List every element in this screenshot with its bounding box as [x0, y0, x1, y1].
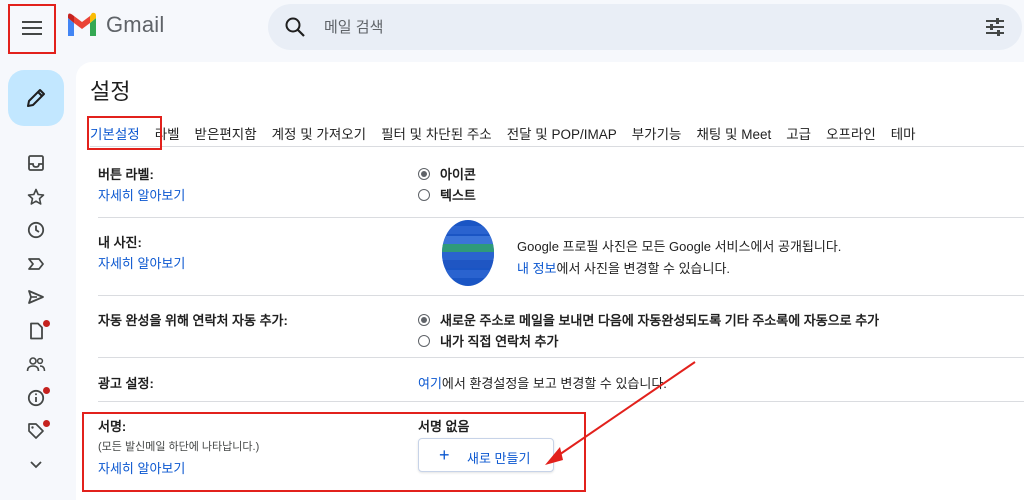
my-info-link[interactable]: 내 정보 [517, 261, 557, 276]
inbox-icon [28, 155, 44, 171]
profile-change-rest: 에서 사진을 변경할 수 있습니다. [556, 261, 731, 276]
option-label: 내가 직접 연락처 추가 [440, 334, 559, 349]
ads-text: 여기에서 환경설정을 보고 변경할 수 있습니다. [418, 373, 667, 392]
search-input[interactable] [324, 14, 924, 40]
gmail-logo-icon [68, 12, 96, 36]
clock-icon [27, 221, 45, 239]
rail-snoozed[interactable] [22, 217, 50, 243]
radio-auto-add[interactable]: 새로운 주소로 메일을 보내면 다음에 자동완성되도록 기타 주소록에 자동으로… [418, 310, 879, 329]
pencil-icon [27, 89, 45, 107]
button-labels-label: 버튼 라벨: [98, 167, 154, 182]
important-icon [28, 258, 44, 270]
star-icon [27, 188, 45, 205]
tab-themes[interactable]: 테마 [891, 120, 916, 148]
setting-row-autocomplete: 자동 완성을 위해 연락처 자동 추가: 새로운 주소로 메일을 보내면 다음에… [98, 296, 1024, 358]
my-picture-label: 내 사진: [98, 235, 142, 250]
send-icon [28, 290, 44, 304]
radio-icons[interactable]: 아이콘 [418, 164, 476, 183]
rail-contacts[interactable] [22, 351, 50, 377]
annotation-box-general-tab [87, 116, 162, 150]
radio-text[interactable]: 텍스트 [418, 185, 476, 204]
profile-change-text: 내 정보에서 사진을 변경할 수 있습니다. [517, 258, 730, 277]
radio-button-selected[interactable] [418, 167, 430, 180]
rail-sent[interactable] [22, 284, 50, 310]
profile-picture-info: Google 프로필 사진은 모든 Google 서비스에서 공개됩니다. [517, 239, 842, 254]
radio-button[interactable] [418, 334, 430, 347]
option-label: 텍스트 [440, 188, 476, 203]
radio-button[interactable] [418, 188, 430, 201]
learn-more-link[interactable]: 자세히 알아보기 [98, 185, 185, 204]
option-label: 새로운 주소로 메일을 보내면 다음에 자동완성되도록 기타 주소록에 자동으로… [440, 313, 880, 328]
here-link[interactable]: 여기 [418, 376, 442, 391]
tab-chat-meet[interactable]: 채팅 및 Meet [696, 120, 771, 148]
rail-label[interactable] [22, 418, 50, 444]
setting-row-ads: 광고 설정: 여기에서 환경설정을 보고 변경할 수 있습니다. [98, 358, 1024, 402]
tune-icon[interactable] [984, 16, 1006, 38]
rail-drafts[interactable] [22, 318, 50, 344]
rail-more[interactable] [22, 452, 50, 478]
compose-button[interactable] [8, 70, 64, 126]
ads-label: 광고 설정: [98, 376, 154, 391]
annotation-box-menu [8, 4, 56, 54]
rail-updates[interactable] [22, 385, 50, 411]
profile-picture[interactable] [442, 220, 494, 286]
autocomplete-label: 자동 완성을 위해 연락처 자동 추가: [98, 313, 288, 328]
rail-important[interactable] [22, 251, 50, 277]
notification-badge [43, 387, 50, 394]
learn-more-link[interactable]: 자세히 알아보기 [98, 253, 185, 272]
tab-inbox[interactable]: 받은편지함 [195, 120, 257, 148]
app-name: Gmail [106, 12, 165, 37]
ads-rest: 에서 환경설정을 보고 변경할 수 있습니다. [441, 376, 667, 391]
top-bar: Gmail [0, 0, 1024, 60]
tab-forwarding[interactable]: 전달 및 POP/IMAP [507, 120, 617, 148]
tab-addons[interactable]: 부가기능 [632, 120, 682, 148]
setting-row-my-picture: 내 사진: 자세히 알아보기 Google 프로필 사진은 모든 Google … [98, 218, 1024, 296]
radio-manual-add[interactable]: 내가 직접 연락처 추가 [418, 331, 558, 350]
option-label: 아이콘 [440, 167, 476, 182]
setting-row-button-labels: 버튼 라벨: 자세히 알아보기 아이콘 텍스트 [98, 154, 1024, 218]
tab-offline[interactable]: 오프라인 [826, 120, 876, 148]
settings-tabs: 기본설정 라벨 받은편지함 계정 및 가져오기 필터 및 차단된 주소 전달 및… [90, 120, 931, 148]
tab-filters[interactable]: 필터 및 차단된 주소 [381, 120, 492, 148]
notification-badge [43, 320, 50, 327]
search-bar[interactable] [268, 4, 1022, 50]
search-icon[interactable] [284, 16, 306, 38]
tab-accounts[interactable]: 계정 및 가져오기 [272, 120, 366, 148]
gmail-logo[interactable]: Gmail [66, 12, 164, 38]
radio-button-selected[interactable] [418, 313, 430, 326]
page-title: 설정 [90, 79, 131, 104]
tab-divider [90, 146, 1024, 147]
rail-starred[interactable] [22, 184, 50, 210]
annotation-box-signature [82, 412, 586, 492]
notification-badge [43, 420, 50, 427]
contacts-icon [26, 357, 46, 372]
rail-inbox[interactable] [22, 150, 50, 176]
tab-advanced[interactable]: 고급 [786, 120, 811, 148]
chevron-down-icon [30, 461, 42, 469]
